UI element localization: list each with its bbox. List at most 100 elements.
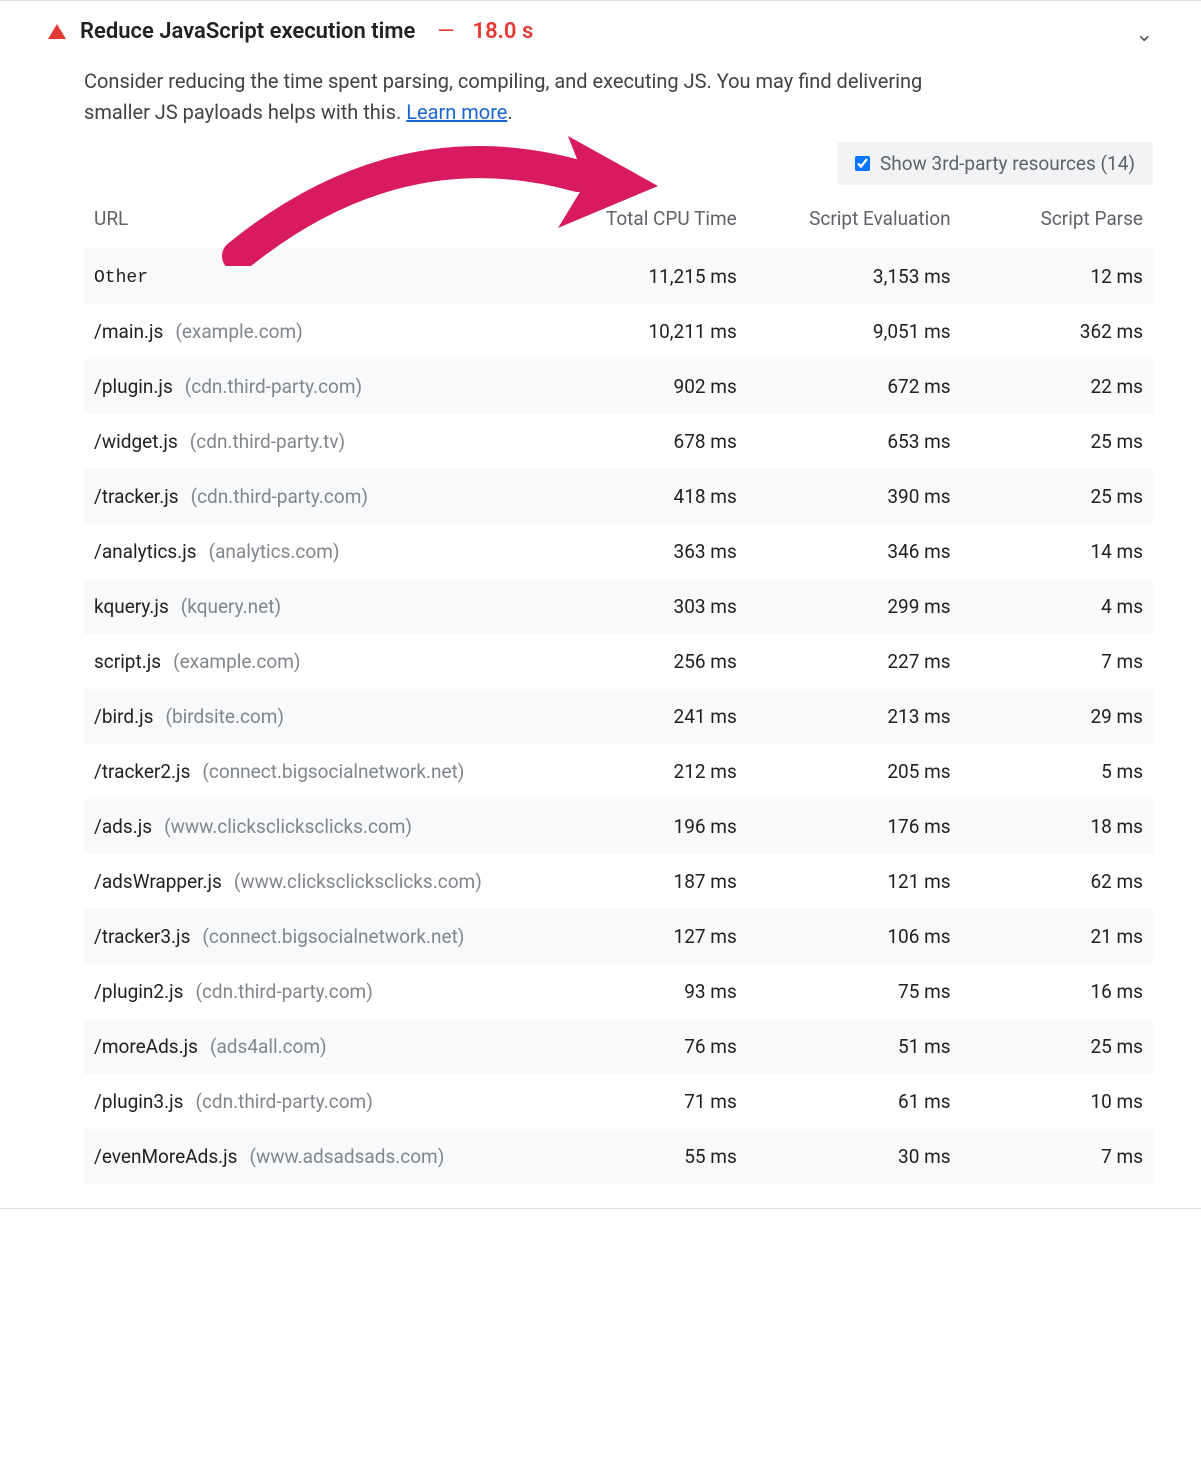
cell-url: /widget.js(cdn.third-party.tv) (84, 414, 554, 469)
cell-parse: 18 ms (961, 799, 1153, 854)
table-row: /analytics.js(analytics.com)363 ms346 ms… (84, 524, 1153, 579)
resource-host: (example.com) (173, 650, 300, 673)
cell-cpu: 902 ms (554, 359, 746, 414)
col-header-cpu: Total CPU Time (554, 189, 746, 248)
resource-host: (cdn.third-party.com) (195, 980, 372, 1003)
cell-eval: 653 ms (747, 414, 961, 469)
cell-cpu: 11,215 ms (554, 248, 746, 304)
fail-triangle-icon (48, 24, 66, 39)
cell-parse: 10 ms (961, 1074, 1153, 1129)
dash-separator: — (437, 19, 454, 44)
cell-parse: 14 ms (961, 524, 1153, 579)
table-row: /evenMoreAds.js(www.adsadsads.com)55 ms3… (84, 1129, 1153, 1184)
cell-url: /ads.js(www.clicksclicksclicks.com) (84, 799, 554, 854)
cell-parse: 21 ms (961, 909, 1153, 964)
cell-url: /tracker.js(cdn.third-party.com) (84, 469, 554, 524)
table-row: kquery.js(kquery.net)303 ms299 ms4 ms (84, 579, 1153, 634)
resource-host: (www.adsadsads.com) (249, 1145, 444, 1168)
cell-cpu: 127 ms (554, 909, 746, 964)
cell-parse: 7 ms (961, 634, 1153, 689)
cell-url: /evenMoreAds.js(www.adsadsads.com) (84, 1129, 554, 1184)
resource-host: (connect.bigsocialnetwork.net) (202, 925, 464, 948)
cell-url: /plugin.js (cdn.third-party.com) (84, 359, 554, 414)
table-row: /plugin3.js (cdn.third-party.com) 71 ms61 … (84, 1074, 1153, 1129)
audit-metric: 18.0 s (473, 19, 534, 44)
table-row: /adsWrapper.js (www.clicksclicksclicks.co… (84, 854, 1153, 909)
show-3rd-party-label: Show 3rd-party resources (14) (880, 152, 1135, 175)
resources-table: URL Total CPU Time Script Evaluation Scr… (84, 189, 1153, 1184)
cell-cpu: 187 ms (554, 854, 746, 909)
cell-eval: 213 ms (747, 689, 961, 744)
resource-host: (cdn.third-party.com) (195, 1090, 372, 1113)
cell-eval: 176 ms (747, 799, 961, 854)
cell-cpu: 678 ms (554, 414, 746, 469)
cell-eval: 61 ms (747, 1074, 961, 1129)
resource-path: script.js (94, 650, 161, 673)
cell-cpu: 418 ms (554, 469, 746, 524)
resource-host: (birdsite.com) (165, 705, 284, 728)
table-row: Other11,215 ms3,153 ms12 ms (84, 248, 1153, 304)
resource-path: /tracker3.js (94, 925, 190, 948)
cell-parse: 5 ms (961, 744, 1153, 799)
resource-host: (connect.bigsocialnetwork.net) (202, 760, 464, 783)
resource-host: (www.clicksclicksclicks.com) (234, 870, 482, 893)
learn-more-link[interactable]: Learn more (406, 100, 507, 124)
resource-host: (www.clicksclicksclicks.com) (164, 815, 412, 838)
cell-eval: 299 ms (747, 579, 961, 634)
table-row: /widget.js(cdn.third-party.tv)678 ms653 … (84, 414, 1153, 469)
audit-title: Reduce JavaScript execution time (80, 19, 415, 44)
resource-path: /adsWrapper.js (94, 870, 222, 893)
resource-path: /moreAds.js (94, 1035, 198, 1058)
cell-eval: 390 ms (747, 469, 961, 524)
cell-url: /adsWrapper.js (www.clicksclicksclicks.co… (84, 854, 554, 909)
resource-path: /plugin2.js (94, 980, 183, 1003)
cell-parse: 22 ms (961, 359, 1153, 414)
cell-url: /tracker3.js (connect.bigsocialnetwork.ne… (84, 909, 554, 964)
cell-eval: 30 ms (747, 1129, 961, 1184)
cell-cpu: 93 ms (554, 964, 746, 1019)
cell-parse: 29 ms (961, 689, 1153, 744)
cell-url: /plugin3.js (cdn.third-party.com) (84, 1074, 554, 1129)
resource-host: (ads4all.com) (210, 1035, 327, 1058)
resource-host: (cdn.third-party.tv) (190, 430, 345, 453)
cell-parse: 12 ms (961, 248, 1153, 304)
cell-eval: 3,153 ms (747, 248, 961, 304)
cell-url: script.js (example.com) (84, 634, 554, 689)
cell-parse: 62 ms (961, 854, 1153, 909)
cell-eval: 121 ms (747, 854, 961, 909)
resource-host: (cdn.third-party.com) (185, 375, 362, 398)
cell-parse: 16 ms (961, 964, 1153, 1019)
show-3rd-party-toggle[interactable]: Show 3rd-party resources (14) (837, 142, 1153, 185)
cell-cpu: 241 ms (554, 689, 746, 744)
resource-host: (cdn.third-party.com) (191, 485, 368, 508)
cell-cpu: 256 ms (554, 634, 746, 689)
cell-url: kquery.js (kquery.net) (84, 579, 554, 634)
audit-description: Consider reducing the time spent parsing… (84, 66, 944, 128)
resource-path: kquery.js (94, 595, 169, 618)
resource-path: /analytics.js (94, 540, 197, 563)
resource-path: /bird.js (94, 705, 153, 728)
cell-eval: 672 ms (747, 359, 961, 414)
resource-path: /plugin3.js (94, 1090, 183, 1113)
cell-eval: 9,051 ms (747, 304, 961, 359)
cell-cpu: 196 ms (554, 799, 746, 854)
resource-host: (example.com) (175, 320, 302, 343)
cell-eval: 227 ms (747, 634, 961, 689)
cell-parse: 25 ms (961, 414, 1153, 469)
cell-parse: 25 ms (961, 469, 1153, 524)
audit-panel: Reduce JavaScript execution time — 18.0 … (0, 0, 1201, 1209)
table-row: /plugin.js (cdn.third-party.com) 902 ms672… (84, 359, 1153, 414)
audit-header[interactable]: Reduce JavaScript execution time — 18.0 … (48, 19, 1153, 44)
cell-eval: 346 ms (747, 524, 961, 579)
resource-path: /main.js (94, 320, 163, 343)
cell-cpu: 71 ms (554, 1074, 746, 1129)
resource-host: (kquery.net) (181, 595, 281, 618)
table-row: /moreAds.js(ads4all.com)76 ms51 ms25 ms (84, 1019, 1153, 1074)
cell-cpu: 303 ms (554, 579, 746, 634)
cell-url: /tracker2.js(connect.bigsocialnetwork.ne… (84, 744, 554, 799)
show-3rd-party-checkbox[interactable] (855, 156, 870, 171)
cell-url: /bird.js (birdsite.com) (84, 689, 554, 744)
resource-path: /plugin.js (94, 375, 173, 398)
cell-url: /main.js (example.com) (84, 304, 554, 359)
cell-eval: 205 ms (747, 744, 961, 799)
